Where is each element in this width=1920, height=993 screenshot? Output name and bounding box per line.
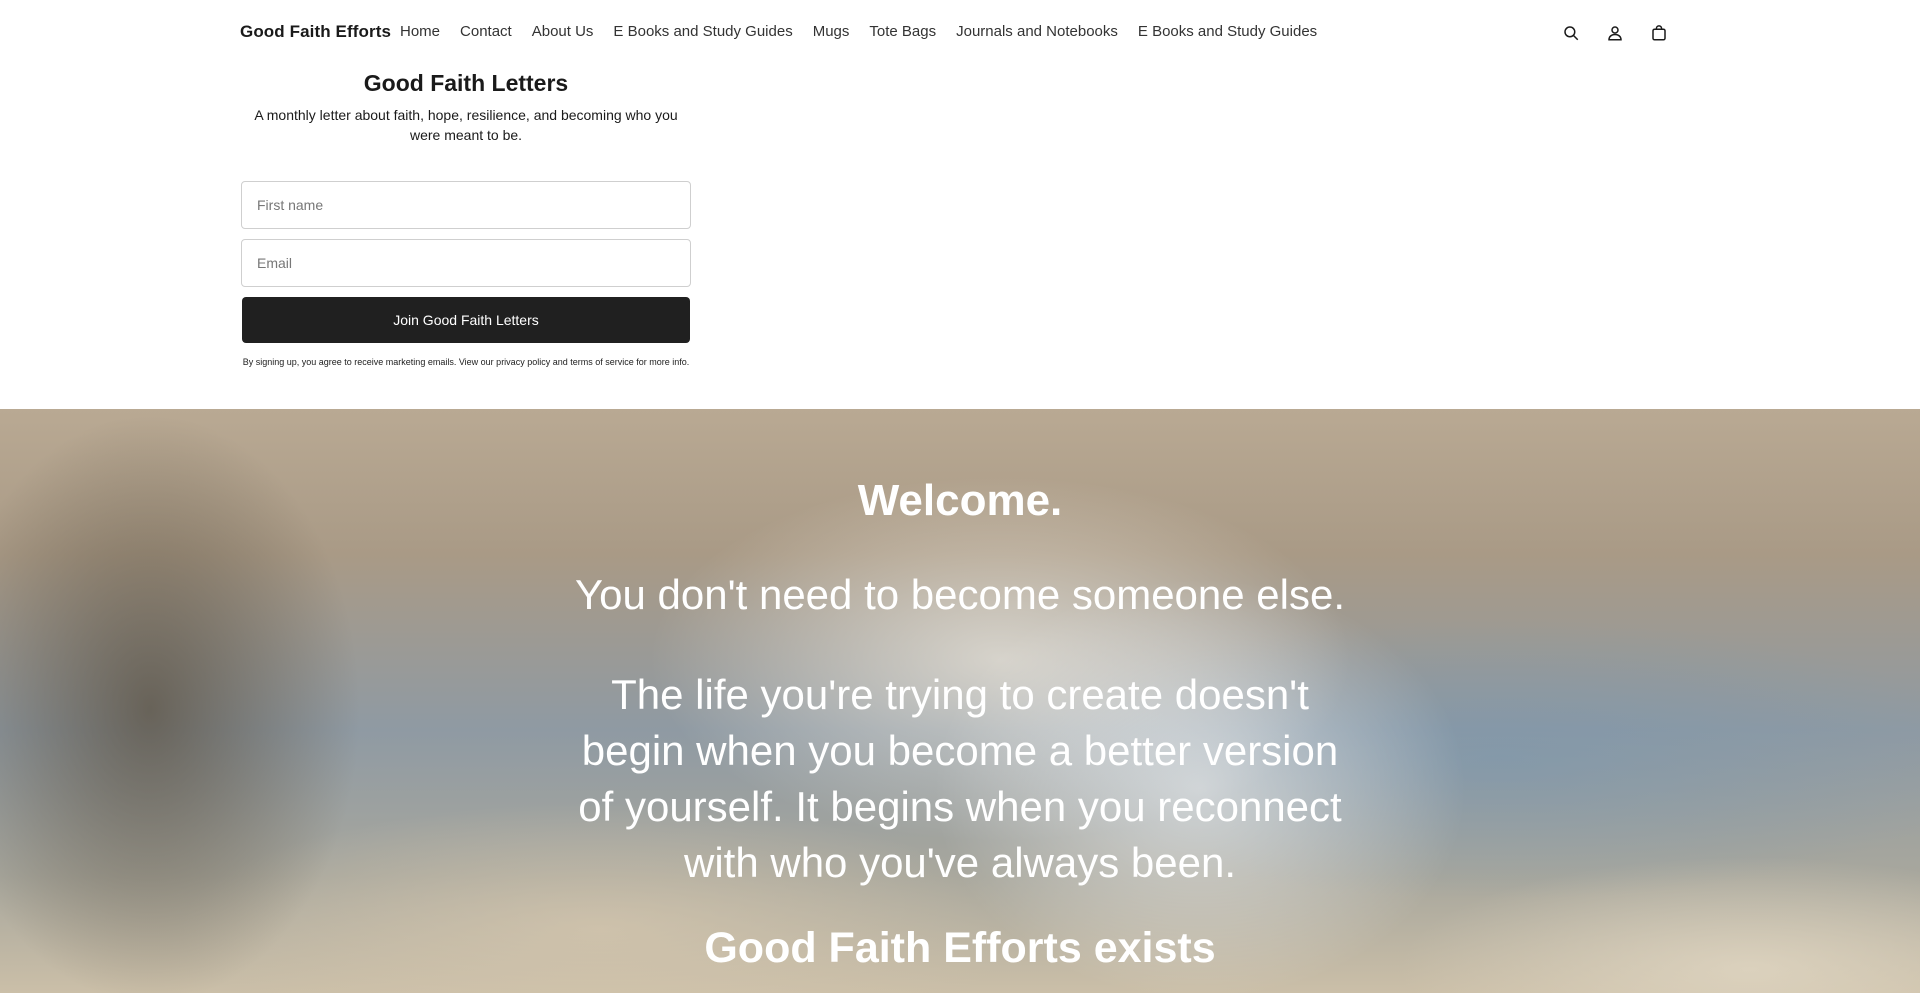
hero-banner: Welcome. You don't need to become someon… [0,409,1920,993]
hero-welcome-heading: Welcome. [857,476,1063,525]
site-header: Good Faith Efforts Home Contact About Us… [0,0,1920,66]
hero-secondary-heading: Good Faith Efforts exists [704,924,1216,972]
hero-line: You don't need to become someone else. [574,571,1346,618]
nav-item-mugs[interactable]: Mugs [813,23,850,40]
nav-item-about-us[interactable]: About Us [532,23,594,40]
account-icon[interactable] [1604,22,1626,44]
nav-item-ebooks-study-guides[interactable]: E Books and Study Guides [613,23,792,40]
newsletter-title: Good Faith Letters [363,70,569,96]
hero-content: Welcome. You don't need to become someon… [560,409,1360,973]
newsletter-signup: Good Faith Letters A monthly letter abou… [240,70,692,369]
hero-paragraph: The life you're trying to create doesn't… [578,671,1342,886]
nav-item-tote-bags[interactable]: Tote Bags [869,23,936,40]
newsletter-legal-text: By signing up, you agree to receive mark… [242,357,690,367]
join-newsletter-button[interactable]: Join Good Faith Letters [242,297,690,343]
newsletter-form: Join Good Faith Letters [240,181,692,343]
first-name-field[interactable] [241,181,691,229]
nav-item-ebooks-study-guides-2[interactable]: E Books and Study Guides [1138,23,1317,40]
nav-item-journals-notebooks[interactable]: Journals and Notebooks [956,23,1118,40]
nav-item-contact[interactable]: Contact [460,23,512,40]
header-icons [1560,22,1670,44]
email-field[interactable] [241,239,691,287]
main-nav: Home Contact About Us E Books and Study … [400,23,1337,40]
cart-icon[interactable] [1648,22,1670,44]
nav-item-home[interactable]: Home [400,23,440,40]
newsletter-subtitle: A monthly letter about faith, hope, resi… [254,107,678,143]
brand-logo-text[interactable]: Good Faith Efforts [240,22,391,42]
search-icon[interactable] [1560,22,1582,44]
